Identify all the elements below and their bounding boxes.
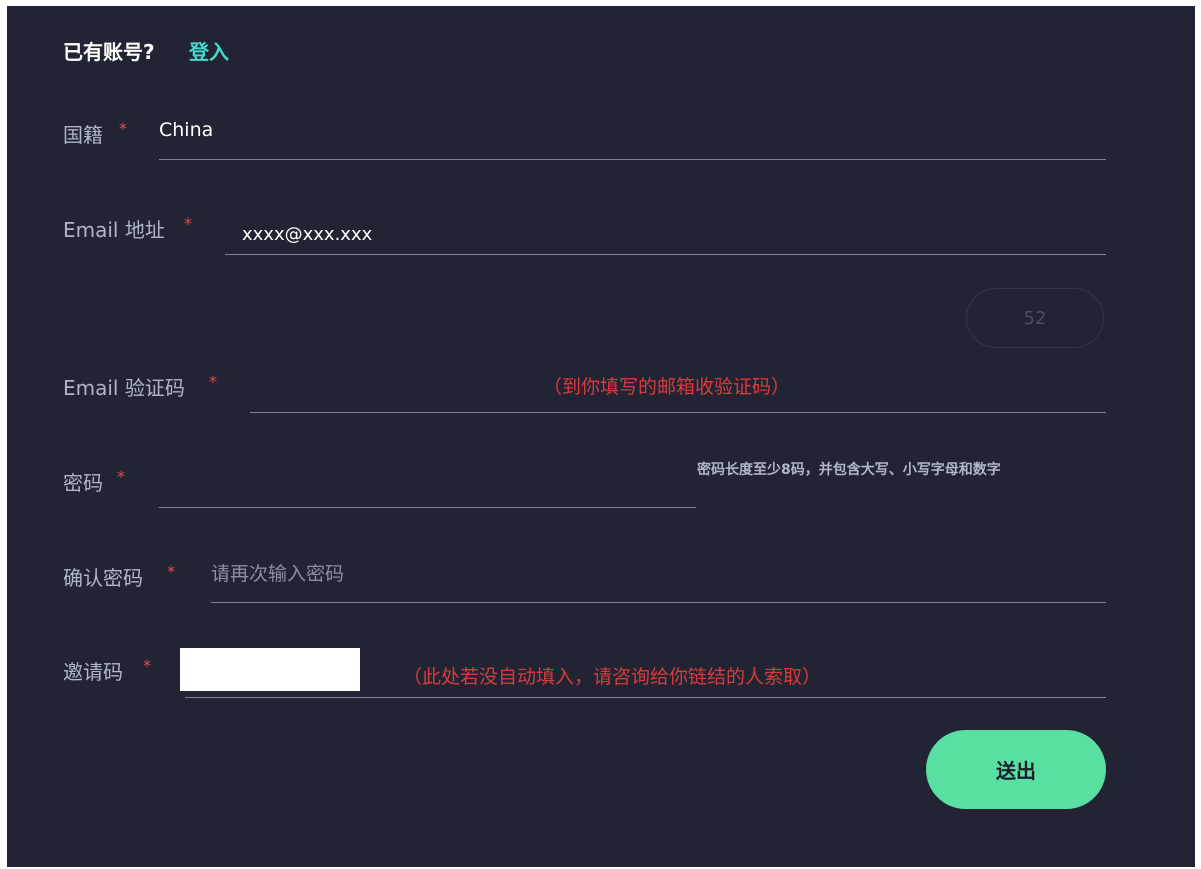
email-code-input[interactable]: [250, 412, 1106, 413]
email-input[interactable]: xxxx@xxx.xxx: [242, 224, 372, 245]
password-required-mark: *: [117, 467, 125, 486]
already-have-account-text: 已有账号?: [63, 40, 155, 64]
email-underline: [225, 254, 1106, 255]
nationality-select[interactable]: China: [159, 119, 213, 141]
email-required-mark: *: [184, 214, 192, 233]
nationality-required-mark: *: [119, 119, 127, 138]
email-code-hint: （到你填写的邮箱收验证码）: [543, 376, 791, 398]
nationality-underline: [159, 159, 1106, 160]
email-label: Email 地址: [63, 218, 165, 242]
invite-code-underline: [185, 697, 1106, 698]
password-label: 密码: [63, 471, 103, 495]
confirm-password-required-mark: *: [167, 562, 175, 581]
submit-button[interactable]: 送出: [926, 730, 1106, 809]
email-code-label: Email 验证码: [63, 376, 185, 400]
nationality-label: 国籍: [63, 123, 103, 147]
confirm-password-underline: [211, 602, 1106, 603]
send-code-button[interactable]: 52: [966, 288, 1104, 348]
invite-code-required-mark: *: [143, 656, 151, 675]
signup-panel: 已有账号? 登入 国籍 * China Email 地址 * xxxx@xxx.…: [7, 6, 1195, 867]
password-requirements-hint: 密码长度至少8码，并包含大写、小写字母和数字: [697, 462, 1001, 478]
login-link[interactable]: 登入: [189, 36, 229, 65]
password-input[interactable]: [159, 507, 696, 508]
invite-code-input[interactable]: [180, 648, 360, 691]
submit-button-label: 送出: [996, 759, 1036, 783]
email-code-required-mark: *: [209, 372, 217, 391]
code-countdown: 52: [1023, 307, 1047, 329]
invite-code-label: 邀请码: [63, 660, 123, 684]
invite-code-hint: （此处若没自动填入，请咨询给你链结的人索取）: [403, 666, 822, 688]
confirm-password-input[interactable]: [211, 558, 1091, 590]
confirm-password-label: 确认密码: [63, 566, 143, 590]
